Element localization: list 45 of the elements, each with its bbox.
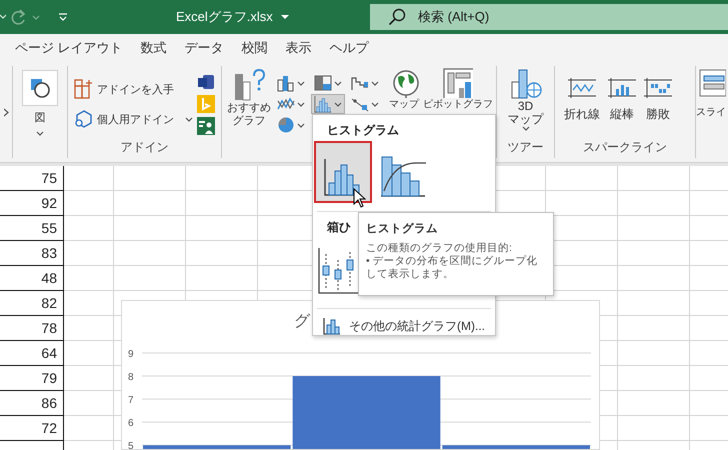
axis-tick-label: 9 [128,349,134,360]
ribbon-tab[interactable]: ヘルプ [320,37,378,62]
pivot-chart-button[interactable]: ピボットグラフ [422,67,494,112]
table-cell: 86 [0,391,64,416]
menu-item[interactable]: その他の統計グラフ(M)... [313,313,495,339]
addin-button[interactable]: 個人用アドイン [72,107,195,131]
ribbon-tab[interactable]: データ [176,37,233,62]
axis-tick-label: 6 [128,418,134,430]
tooltip-title: ヒストグラム [366,222,438,236]
ribbon-tab[interactable]: ページ レイアウト [6,37,132,62]
search-field[interactable]: 検索 (Alt+Q) [370,4,728,30]
axis-tick-label: 8 [128,372,134,384]
table-cell: 92 [0,191,64,216]
sparkline-button[interactable]: 勝敗 [643,75,673,122]
ribbon-tab[interactable]: 校閲 [232,37,277,62]
table-cell: 83 [0,241,64,266]
map-chart-button[interactable]: マップ [388,67,420,112]
table-cell: 55 [0,216,64,241]
ribbon-tab[interactable]: 表示 [276,37,321,62]
group-label: スパークライン [582,139,668,156]
section-heading: 箱ひ [327,219,351,236]
axis-tick-label: 5 [128,441,134,449]
slicer-button[interactable]: スライ [696,67,727,120]
chart-title: グ [294,312,310,332]
ribbon-tab[interactable]: 数式 [132,37,176,62]
table-cell: 48 [0,266,64,291]
sparkline-button[interactable]: 折れ線 [563,75,601,122]
tooltip-text: この種類のグラフの使用目的: [366,242,513,255]
illustrations-button[interactable]: 図 [21,67,59,137]
table-cell: 82 [0,291,64,316]
file-name: Excelグラフ.xlsx [176,8,273,26]
table-cell: 72 [0,416,64,441]
group-label: アドイン [120,139,170,156]
table-cell: 78 [0,316,64,341]
section-heading: ヒストグラム [327,122,399,139]
group-label: ツアー [506,139,544,156]
table-cell: 64 [0,341,64,366]
table-cell: 79 [0,366,64,391]
tooltip-text: • データの分布を区間にグループ化して表示します。 [366,255,539,281]
table-cell: 75 [0,166,64,191]
axis-tick-label: 7 [128,395,134,406]
tour-3d-map-button[interactable]: 3D マップ [506,67,544,132]
sparkline-button[interactable]: 縦棒 [607,75,637,122]
recommended-charts-button[interactable]: おすすめ グラフ [226,67,272,129]
addin-button[interactable]: アドインを入手 [72,77,195,101]
